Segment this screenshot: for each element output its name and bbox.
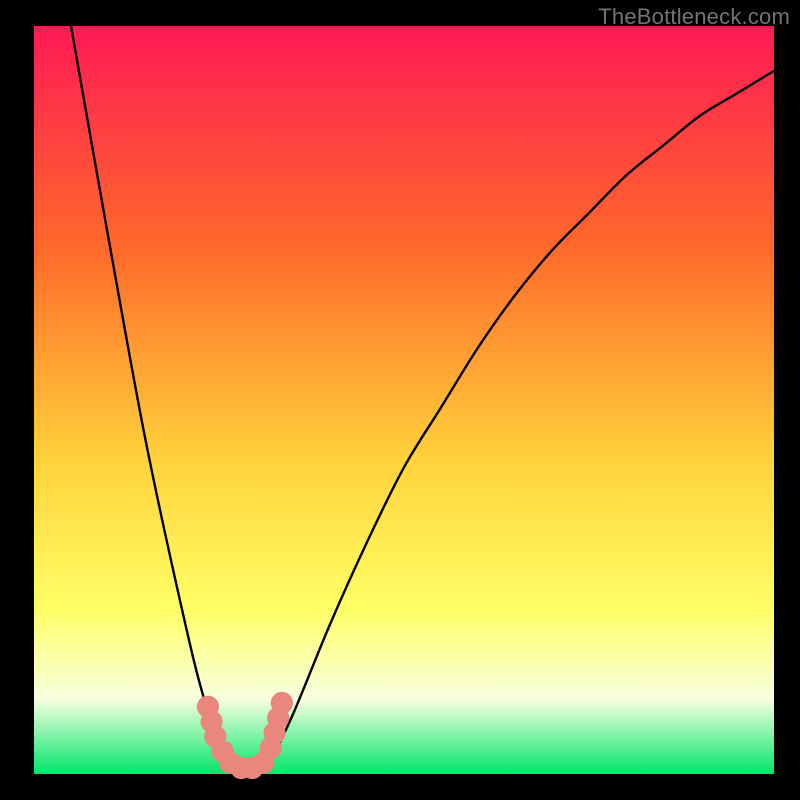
marker-dot xyxy=(271,692,293,714)
plot-background xyxy=(34,26,774,774)
bottleneck-chart xyxy=(0,0,800,800)
chart-container: { "watermark": "TheBottleneck.com", "col… xyxy=(0,0,800,800)
watermark-text: TheBottleneck.com xyxy=(598,4,790,30)
